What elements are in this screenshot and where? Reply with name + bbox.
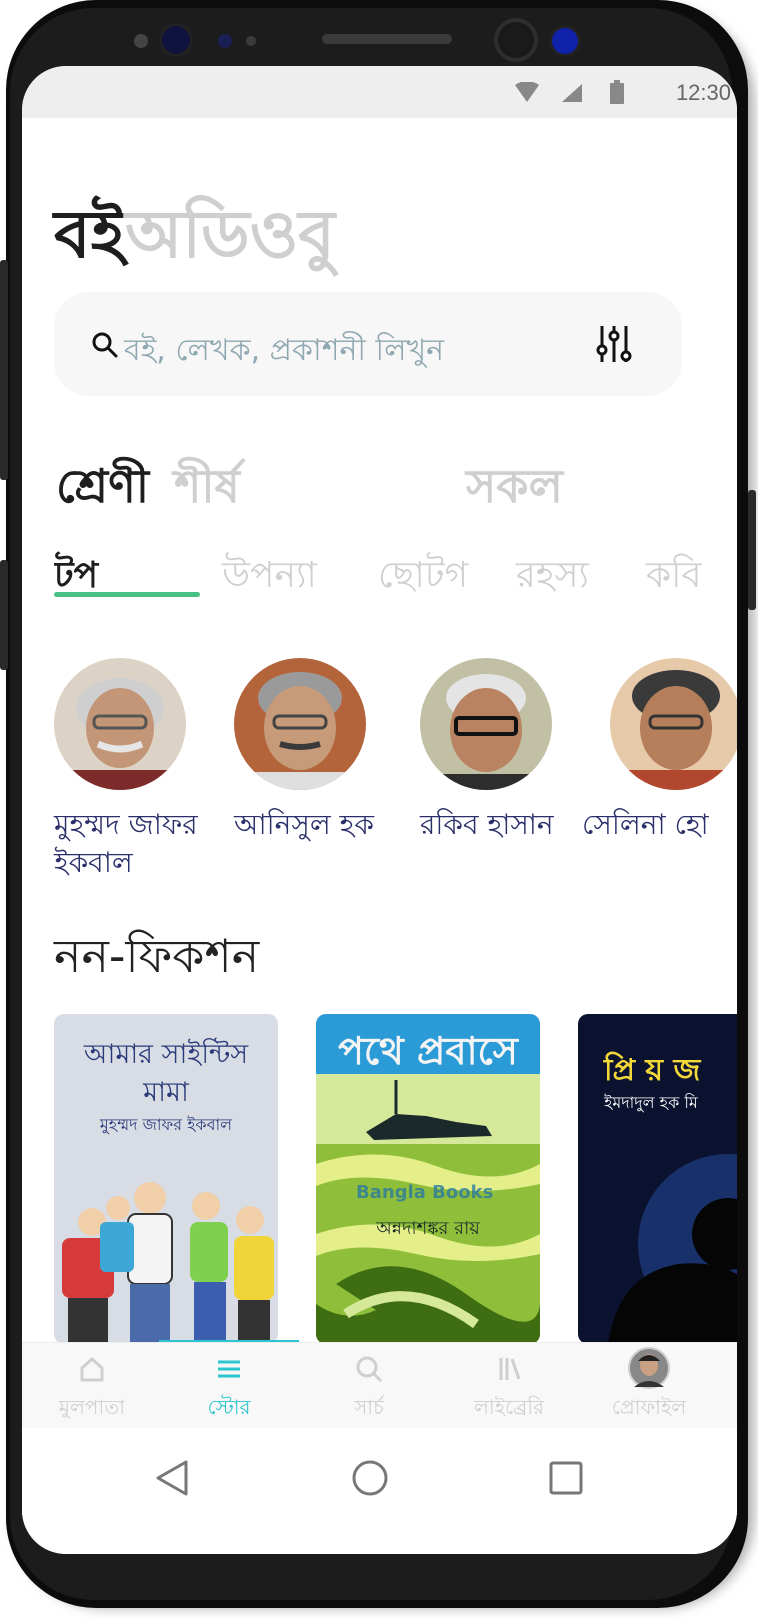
genre-short-story[interactable]: ছোটগ (378, 548, 468, 608)
author-name: সেলিনা হো (582, 808, 709, 841)
screen: 12:30 বইঅডিওবু বই, লেখক, প্রকাশনী লিখুন … (22, 66, 737, 1554)
author-card[interactable]: সেলিনা হো (582, 658, 737, 844)
genre-mystery[interactable]: রহস্য (516, 548, 589, 608)
proximity-sensor (134, 34, 148, 48)
menu-icon (218, 1360, 240, 1378)
hero-title: বইঅডিওবু (54, 202, 335, 268)
battery-icon (610, 80, 624, 104)
search-input[interactable]: বই, লেখক, প্রকাশনী লিখুন (124, 326, 444, 377)
author-card[interactable]: মুহম্মদ জাফর ইকবাল (54, 658, 224, 882)
book-watermark: Bangla Books (356, 1182, 494, 1203)
book-illustration (316, 1074, 540, 1344)
author-name: মুহম্মদ জাফর ইকবাল (54, 808, 198, 879)
genre-row: টপ উপন্যা ছোটগ রহস্য কবি (54, 548, 737, 608)
filter-icon[interactable] (596, 324, 632, 364)
signal-icon (562, 84, 582, 102)
book-title: আমার সাইন্টিস মামা (83, 1039, 249, 1108)
search-icon (92, 332, 118, 358)
book-cover[interactable]: আমার সাইন্টিস মামা মুহম্মদ জাফর ইকবাল (54, 1014, 278, 1344)
search-icon (356, 1356, 383, 1383)
power-button (0, 260, 8, 480)
avatar (628, 1347, 670, 1389)
book-illustration (608, 1154, 737, 1344)
side-key (748, 490, 756, 610)
tab-category[interactable]: শ্রেণী (56, 459, 149, 513)
recents-icon[interactable] (546, 1458, 586, 1498)
nav-profile-label: প্রোফাইল (611, 1395, 687, 1419)
home-circle-icon[interactable] (350, 1458, 390, 1498)
book-cover[interactable]: পথে প্রবাসে Bangla Books অন্নদাশঙ্কর রায… (316, 1014, 540, 1344)
nav-profile[interactable]: প্রোফাইল (579, 1343, 719, 1429)
category-tabs: শ্রেণী শীর্ষ (56, 452, 240, 528)
bottom-nav: মুলপাতা স্টোর সার্চ লাইব্রেরি প্রোফাইল (22, 1342, 737, 1429)
genre-top[interactable]: টপ (54, 548, 98, 608)
author-card[interactable]: রকিব হাসান (420, 658, 590, 844)
hero-title-audiobooks[interactable]: অডিওবু (125, 196, 335, 273)
library-icon (499, 1358, 521, 1380)
book-cover[interactable]: প্রি য় জ ইমদাদুল হক মি (578, 1014, 737, 1344)
book-author: মুহম্মদ জাফর ইকবাল (99, 1115, 233, 1134)
author-card[interactable]: আনিসুল হক (234, 658, 404, 844)
nav-search[interactable]: সার্চ (299, 1343, 439, 1429)
nav-store[interactable]: স্টোর (159, 1343, 299, 1429)
author-photo (420, 658, 552, 790)
author-photo (610, 658, 737, 790)
nav-library[interactable]: লাইব্রেরি (439, 1343, 579, 1429)
led-sensor (246, 36, 256, 46)
tab-top[interactable]: শীর্ষ (174, 459, 240, 513)
system-nav-bar (22, 1428, 737, 1554)
search-bar[interactable]: বই, লেখক, প্রকাশনী লিখুন (54, 292, 682, 396)
wifi-icon (515, 82, 539, 102)
home-icon (80, 1357, 104, 1382)
author-name: আনিসুল হক (234, 808, 374, 841)
front-camera (498, 22, 534, 58)
light-sensor (218, 34, 232, 48)
genre-active-underline (54, 592, 200, 597)
section-title: নন-ফিকশন (54, 929, 260, 983)
status-bar: 12:30 (22, 66, 737, 118)
hero-title-books[interactable]: বই (54, 196, 125, 273)
book-illustration (62, 1182, 274, 1344)
nav-library-label: লাইব্রেরি (473, 1395, 545, 1419)
author-name: রকিব হাসান (420, 808, 554, 841)
nav-search-label: সার্চ (354, 1395, 384, 1419)
genre-novel[interactable]: উপন্যা (222, 548, 317, 608)
status-time: 12:30 (675, 80, 731, 105)
author-photo (54, 658, 186, 790)
volume-button (0, 560, 8, 670)
nav-home-label: মুলপাতা (58, 1395, 126, 1419)
iris-sensor (162, 26, 190, 54)
author-photo (234, 658, 366, 790)
nav-store-label: স্টোর (207, 1395, 251, 1419)
nav-home[interactable]: মুলপাতা (22, 1343, 162, 1429)
book-author: অন্নদাশঙ্কর রায় (376, 1218, 480, 1239)
book-author: ইমদাদুল হক মি (604, 1093, 698, 1112)
back-icon[interactable] (152, 1458, 192, 1498)
genre-poetry[interactable]: কবি (646, 548, 702, 608)
iris-camera (552, 28, 578, 54)
earpiece-speaker (322, 34, 452, 44)
tab-all[interactable]: সকল (466, 452, 563, 528)
